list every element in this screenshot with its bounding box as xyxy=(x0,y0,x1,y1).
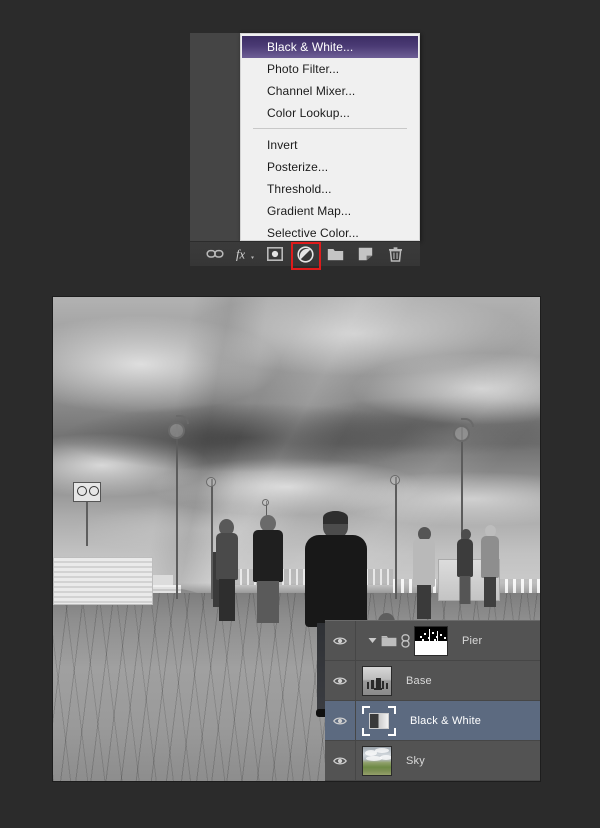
layer-row[interactable]: Base xyxy=(325,661,540,701)
menu-item-channel-mixer[interactable]: Channel Mixer... xyxy=(241,80,419,102)
layer-mask-thumbnail[interactable] xyxy=(414,626,448,656)
sign-glyph-left xyxy=(77,486,87,496)
group-controls[interactable] xyxy=(362,634,410,648)
adjustment-layer-icon[interactable] xyxy=(294,244,316,264)
person-background-1 xyxy=(457,529,473,603)
folder-icon[interactable] xyxy=(324,244,346,264)
black-white-icon xyxy=(369,713,389,729)
adjustment-layer-menu[interactable]: Black & White...Photo Filter...Channel M… xyxy=(240,33,420,241)
eye-icon[interactable] xyxy=(325,661,356,700)
layer-name: Pier xyxy=(448,635,482,647)
eye-icon[interactable] xyxy=(325,621,356,660)
adjustment-layer-thumbnail[interactable] xyxy=(362,706,396,736)
menu-item-photo-filter[interactable]: Photo Filter... xyxy=(241,58,419,80)
layer-mask-icon[interactable] xyxy=(264,244,286,264)
person-dark-coat xyxy=(253,515,283,623)
bench-left xyxy=(53,557,153,605)
menu-item-gradient-map[interactable]: Gradient Map... xyxy=(241,200,419,222)
layer-name: Black & White xyxy=(396,715,481,727)
menu-item-posterize[interactable]: Posterize... xyxy=(241,156,419,178)
menu-item-color-lookup[interactable]: Color Lookup... xyxy=(241,102,419,124)
layer-row[interactable]: Sky xyxy=(325,741,540,781)
person-hooded xyxy=(216,519,238,621)
layer-name: Base xyxy=(392,675,432,687)
menu-item-invert[interactable]: Invert xyxy=(241,134,419,156)
folder-icon xyxy=(381,635,397,647)
layer-image-thumbnail[interactable] xyxy=(362,666,392,696)
eye-icon[interactable] xyxy=(325,701,356,740)
chevron-down-icon[interactable] xyxy=(368,637,377,644)
layer-thumbnail-cell xyxy=(356,666,392,696)
person-background-2 xyxy=(481,525,499,607)
pier-sign xyxy=(73,482,101,502)
fx-icon[interactable]: fx xyxy=(234,244,256,264)
sign-glyph-right xyxy=(89,486,99,496)
eye-icon[interactable] xyxy=(325,741,356,780)
new-layer-icon[interactable] xyxy=(354,244,376,264)
menu-item-black-white[interactable]: Black & White... xyxy=(242,36,418,58)
hero-hair xyxy=(323,511,348,524)
menu-separator xyxy=(253,128,407,129)
layer-thumbnail-cell xyxy=(356,706,396,736)
layer-row[interactable]: Black & White xyxy=(325,701,540,741)
screenshot-root: Black & White...Photo Filter...Channel M… xyxy=(0,0,600,828)
person-beige-coat xyxy=(413,527,435,619)
menu-item-threshold[interactable]: Threshold... xyxy=(241,178,419,200)
hero-jacket xyxy=(305,535,367,627)
layer-thumbnail-cell xyxy=(356,626,448,656)
trash-icon[interactable] xyxy=(384,244,406,264)
svg-text:fx: fx xyxy=(236,248,245,262)
layer-row[interactable]: Pier xyxy=(325,621,540,661)
link-icon[interactable] xyxy=(401,634,410,648)
lamp-post-1 xyxy=(166,424,186,599)
selection-corner xyxy=(388,706,396,714)
layers-panel-toolbar[interactable]: fx xyxy=(190,241,420,266)
layer-thumbnail-cell xyxy=(356,746,392,776)
layer-image-thumbnail[interactable] xyxy=(362,746,392,776)
link-icon[interactable] xyxy=(204,244,226,264)
layer-name: Sky xyxy=(392,755,425,767)
selection-corner xyxy=(388,728,396,736)
layers-panel[interactable]: Pier Base Black & White Sky xyxy=(325,620,540,781)
selection-corner xyxy=(362,728,370,736)
lamp-post-4 xyxy=(389,477,401,599)
